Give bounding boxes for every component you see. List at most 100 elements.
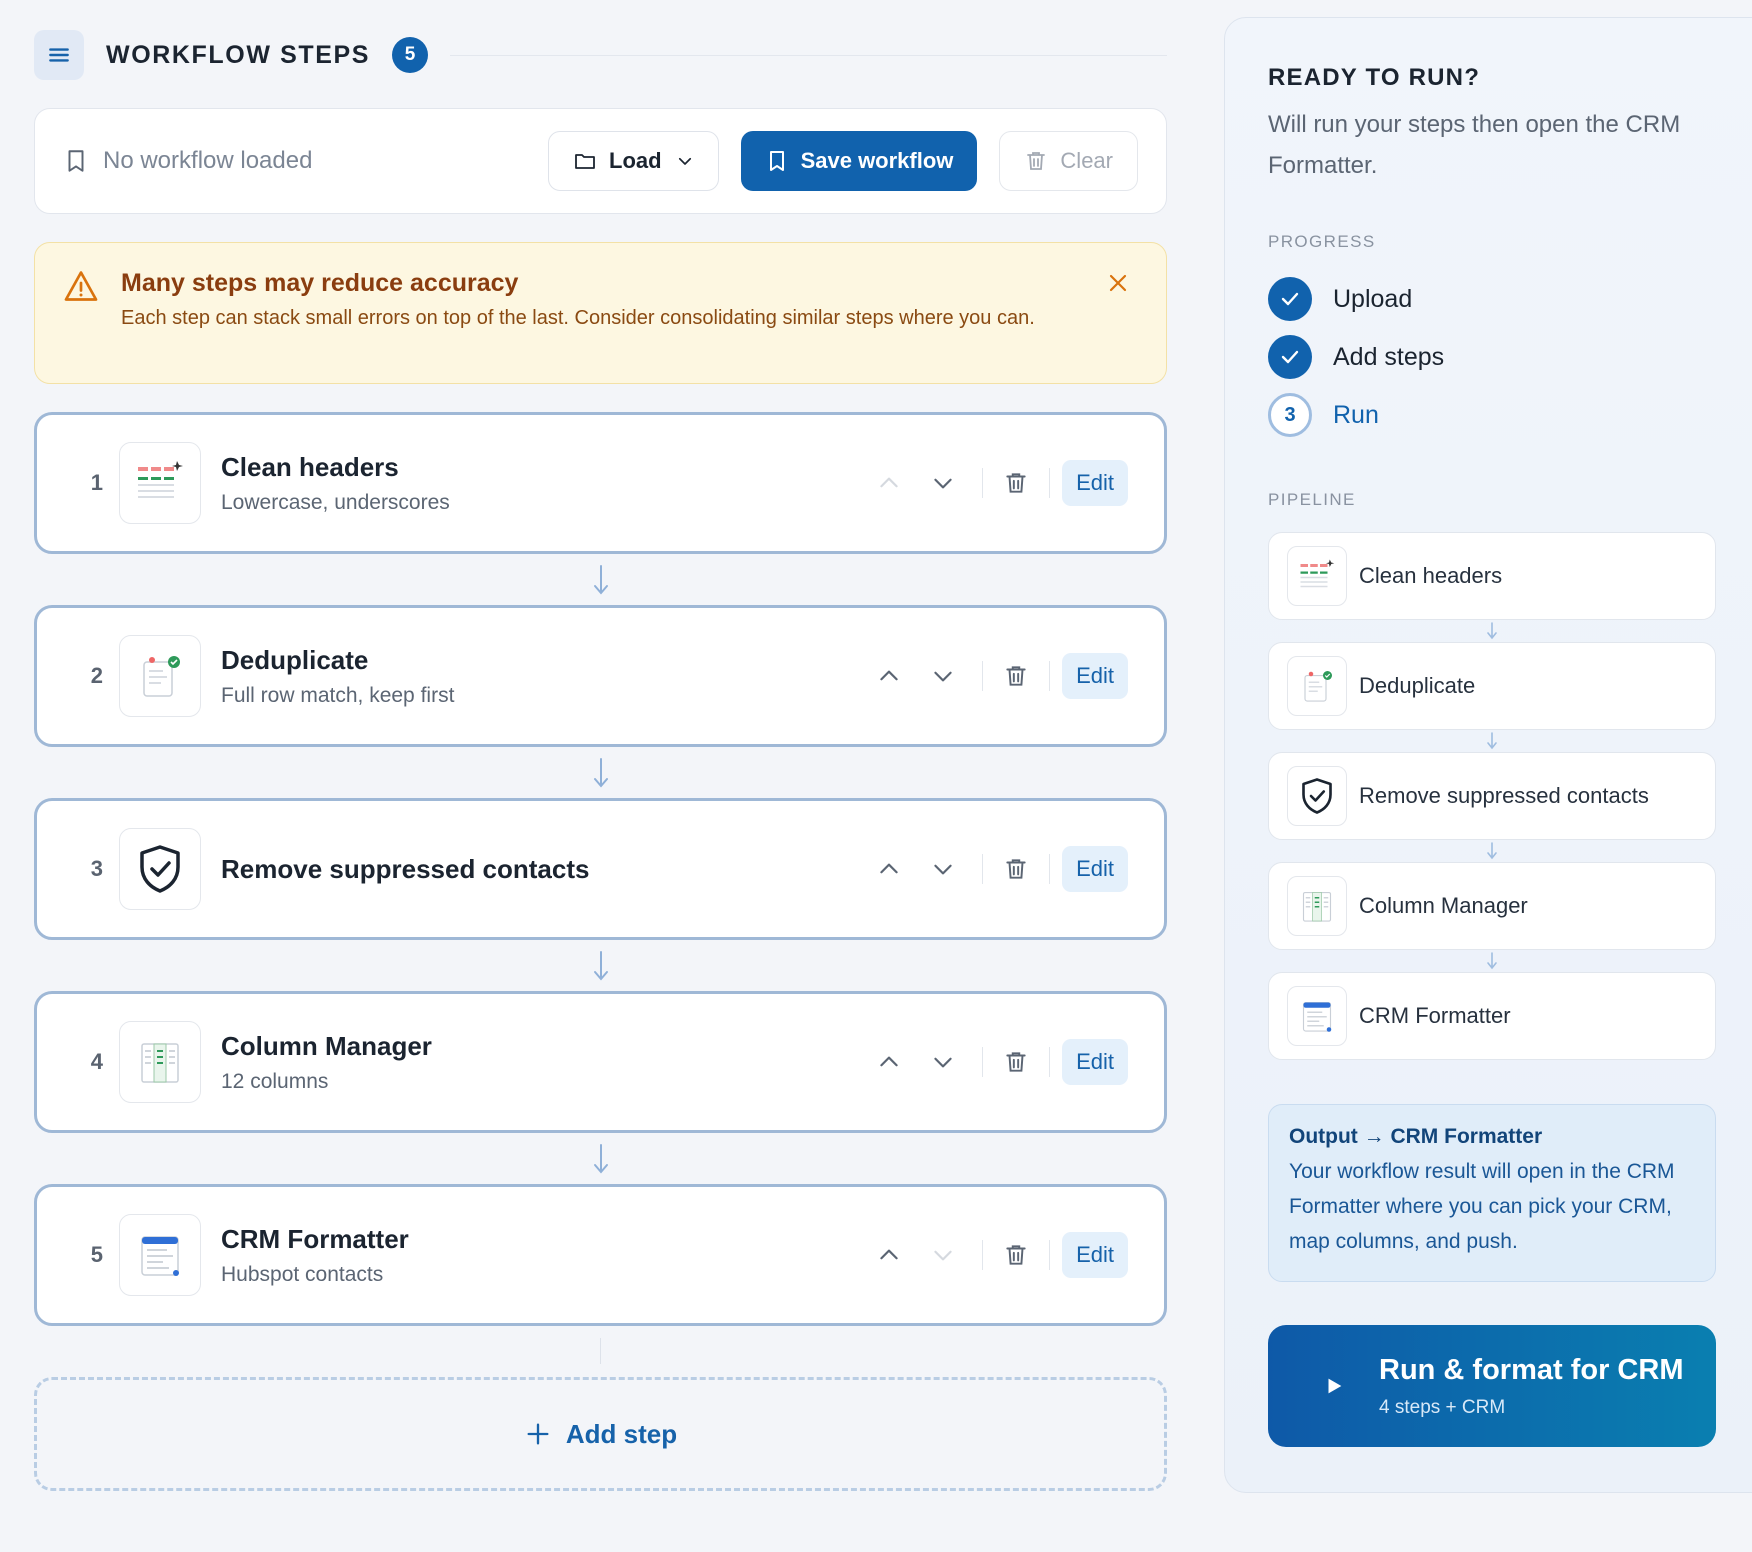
- arrow-down-icon: [593, 757, 608, 788]
- step-text: Clean headers Lowercase, underscores: [221, 452, 862, 515]
- divider: [982, 661, 984, 691]
- pipeline-item-label: Deduplicate: [1359, 673, 1476, 698]
- chevron-up-icon[interactable]: [876, 470, 902, 496]
- pipeline-thumbnail: [1287, 986, 1347, 1046]
- shield-check-icon: [140, 845, 180, 893]
- step-thumbnail: [119, 635, 201, 717]
- progress-item-add-steps: Add steps: [1268, 328, 1743, 386]
- chevron-up-icon[interactable]: [876, 1242, 902, 1268]
- step-card[interactable]: 2 Deduplicate Full row match, keep first: [34, 605, 1167, 747]
- step-card[interactable]: 3 Remove suppressed contacts Edit: [34, 798, 1167, 940]
- step-subtitle: 12 columns: [221, 1069, 329, 1093]
- chevron-up-icon[interactable]: [876, 856, 902, 882]
- edit-button[interactable]: Edit: [1062, 846, 1128, 892]
- arrow-down-icon: [1487, 622, 1497, 640]
- progress-done-indicator: [1268, 277, 1312, 321]
- bookmark-icon: [769, 151, 784, 171]
- load-label: Load: [609, 148, 662, 173]
- run-format-button[interactable]: Run & format for CRM 4 steps + CRM: [1268, 1325, 1716, 1447]
- chevron-up-icon[interactable]: [876, 663, 902, 689]
- progress-label-text: Upload: [1333, 284, 1413, 313]
- accuracy-warning: Many steps may reduce accuracy Each step…: [34, 242, 1167, 384]
- header-divider: [450, 54, 1167, 56]
- shield-check-icon: [1302, 778, 1332, 814]
- chevron-down-icon[interactable]: [930, 663, 956, 689]
- trash-icon[interactable]: [1003, 470, 1029, 496]
- progress-current-indicator: 3: [1268, 393, 1312, 437]
- step-number: 4: [90, 1049, 103, 1074]
- step-card[interactable]: 4 Column Manager 12 columns Edit: [34, 991, 1167, 1133]
- step-card[interactable]: 1 Clean headers Lowercase, underscores E…: [34, 412, 1167, 554]
- save-label: Save workflow: [800, 148, 954, 173]
- plus-icon: [527, 1423, 549, 1445]
- close-icon[interactable]: [1106, 271, 1130, 295]
- run-panel-title: READY TO RUN?: [1268, 64, 1481, 91]
- edit-button[interactable]: Edit: [1062, 460, 1128, 506]
- workflow-header: WORKFLOW STEPS 5: [34, 30, 1167, 80]
- menu-button[interactable]: [34, 30, 84, 80]
- step-text: Remove suppressed contacts: [221, 854, 862, 885]
- step-connector: [34, 1133, 1167, 1184]
- save-workflow-button[interactable]: Save workflow: [740, 131, 978, 191]
- step-text: Column Manager 12 columns: [221, 1031, 862, 1094]
- load-button[interactable]: Load: [548, 131, 719, 191]
- trash-icon[interactable]: [1003, 856, 1029, 882]
- table-icon: [138, 461, 183, 498]
- divider: [982, 468, 984, 498]
- arrow-down-icon: [1487, 732, 1497, 750]
- run-button-text: Run & format for CRM 4 steps + CRM: [1379, 1354, 1683, 1419]
- divider: [982, 854, 984, 884]
- columns-icon: [1302, 891, 1332, 922]
- pipeline-item: CRM Formatter: [1268, 972, 1716, 1060]
- run-button-subtitle: 4 steps + CRM: [1379, 1396, 1506, 1418]
- clear-button[interactable]: Clear: [999, 131, 1138, 191]
- warning-title: Many steps may reduce accuracy: [121, 269, 519, 297]
- document-check-icon: [143, 656, 180, 697]
- step-connector: [34, 1326, 1167, 1377]
- edit-button[interactable]: Edit: [1062, 1232, 1128, 1278]
- divider: [1049, 1240, 1051, 1270]
- pipeline-item: Clean headers: [1268, 532, 1716, 620]
- trash-icon[interactable]: [1003, 1242, 1029, 1268]
- step-title: Clean headers: [221, 451, 399, 482]
- chevron-down-icon[interactable]: [930, 470, 956, 496]
- step-thumbnail: [119, 1214, 201, 1296]
- step-connector: [34, 940, 1167, 991]
- trash-icon: [1027, 152, 1046, 170]
- add-step-button[interactable]: Add step: [34, 1377, 1167, 1491]
- divider: [1049, 1047, 1051, 1077]
- progress-item-run: 3 Run: [1268, 386, 1743, 444]
- step-card[interactable]: 5 CRM Formatter Hubspot contacts Edit: [34, 1184, 1167, 1326]
- step-actions: Edit: [862, 1232, 1128, 1278]
- output-text: Your workflow result will open in the CR…: [1289, 1160, 1675, 1253]
- chevron-down-icon[interactable]: [930, 1049, 956, 1075]
- step-actions: Edit: [862, 846, 1128, 892]
- edit-button[interactable]: Edit: [1062, 653, 1128, 699]
- step-text: CRM Formatter Hubspot contacts: [221, 1224, 862, 1287]
- chevron-down-icon: [678, 157, 691, 165]
- progress-done-indicator: [1268, 335, 1312, 379]
- divider: [1049, 468, 1051, 498]
- step-subtitle: Full row match, keep first: [221, 683, 455, 707]
- chevron-down-icon[interactable]: [930, 856, 956, 882]
- pipeline-connector: [1268, 840, 1716, 862]
- hamburger-icon: [49, 48, 69, 62]
- trash-icon[interactable]: [1003, 1049, 1029, 1075]
- step-thumbnail: [119, 828, 201, 910]
- step-subtitle: Lowercase, underscores: [221, 490, 450, 514]
- step-actions: Edit: [862, 653, 1128, 699]
- chevron-up-icon[interactable]: [876, 1049, 902, 1075]
- chevron-down-icon[interactable]: [930, 1242, 956, 1268]
- step-number: 3: [90, 856, 103, 881]
- trash-icon[interactable]: [1003, 663, 1029, 689]
- arrow-down-icon: [593, 950, 608, 981]
- warning-triangle-icon: [64, 271, 98, 301]
- step-actions: Edit: [862, 1039, 1128, 1085]
- pipeline-thumbnail: [1287, 546, 1347, 606]
- edit-button[interactable]: Edit: [1062, 1039, 1128, 1085]
- progress-label-text: Run: [1333, 400, 1379, 429]
- workflow-status: No workflow loaded: [103, 147, 313, 174]
- step-thumbnail: [119, 442, 201, 524]
- pipeline-thumbnail: [1287, 876, 1347, 936]
- columns-icon: [141, 1043, 179, 1083]
